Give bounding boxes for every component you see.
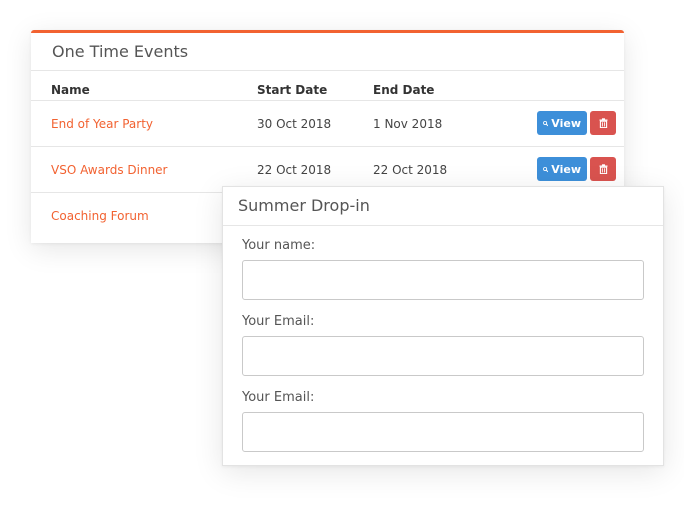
event-name-link[interactable]: End of Year Party [51,117,153,131]
email-input[interactable] [242,336,644,376]
event-name-link[interactable]: Coaching Forum [51,209,149,223]
events-card-title: One Time Events [31,33,624,71]
column-header-end-date: End Date [373,83,435,97]
search-icon [543,166,549,172]
form-title: Summer Drop-in [223,187,663,226]
event-start-date: 30 Oct 2018 [257,117,332,131]
view-button-label: View [551,162,581,176]
table-row: End of Year Party 30 Oct 2018 1 Nov 2018… [31,101,624,147]
event-name-link[interactable]: VSO Awards Dinner [51,163,167,177]
view-button[interactable]: View [537,111,587,135]
view-button[interactable]: View [537,157,587,181]
trash-icon [599,118,607,128]
delete-button[interactable] [590,111,616,135]
stage: One Time Events Name Start Date End Date… [0,0,684,519]
email-input-2[interactable] [242,412,644,452]
event-end-date: 1 Nov 2018 [373,117,443,131]
search-icon [543,120,549,126]
column-header-name: Name [51,83,90,97]
name-field-label: Your name: [242,238,316,253]
event-end-date: 22 Oct 2018 [373,163,448,177]
trash-icon [599,164,607,174]
email-field-label-2: Your Email: [242,390,315,405]
summer-drop-in-form: Summer Drop-in Your name: Your Email: Yo… [222,186,664,466]
email-field-label: Your Email: [242,314,315,329]
name-input[interactable] [242,260,644,300]
column-header-start-date: Start Date [257,83,328,97]
delete-button[interactable] [590,157,616,181]
events-table-header: Name Start Date End Date [31,71,624,101]
event-start-date: 22 Oct 2018 [257,163,332,177]
view-button-label: View [551,116,581,130]
